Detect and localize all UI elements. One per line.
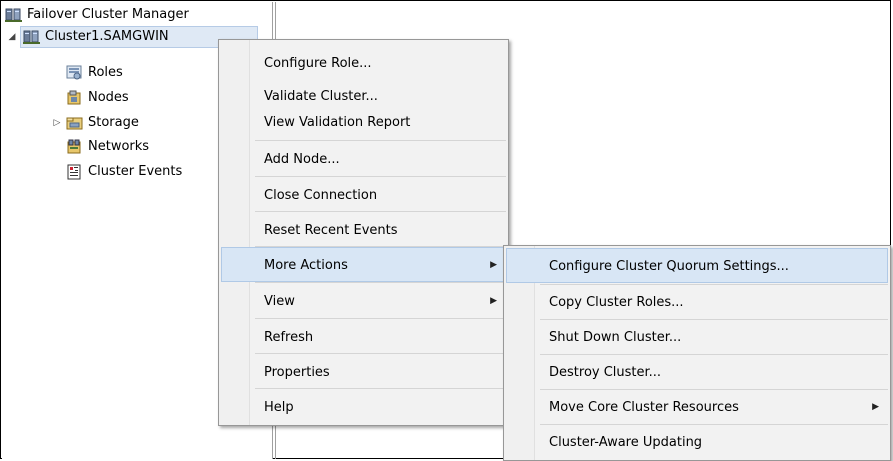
menu-item-shut-down-cluster[interactable]: Shut Down Cluster...	[506, 319, 888, 354]
menu-item-more-actions[interactable]: More Actions ▶	[221, 247, 506, 282]
menu-item-view[interactable]: View ▶	[221, 283, 506, 318]
menu-item-cluster-aware-updating[interactable]: Cluster-Aware Updating	[506, 424, 888, 459]
tree-item-label: Storage	[88, 115, 139, 130]
networks-icon	[66, 139, 83, 155]
menu-item-add-node[interactable]: Add Node...	[221, 141, 506, 176]
tree-item-cluster-events[interactable]: Cluster Events	[66, 161, 182, 183]
tree-item-label: Cluster1.SAMGWIN	[45, 29, 169, 44]
tree-item-networks[interactable]: Networks	[66, 136, 149, 158]
tree-item-label: Cluster Events	[88, 164, 183, 179]
submenu-arrow-icon: ▶	[872, 402, 879, 412]
roles-icon	[66, 65, 83, 81]
expand-collapse-icon[interactable]: ◢	[5, 26, 19, 48]
cluster-events-icon	[66, 164, 83, 180]
menu-item-view-validation-report[interactable]: View Validation Report	[221, 104, 506, 139]
menu-item-properties[interactable]: Properties	[221, 354, 506, 389]
tree-item-label: Networks	[88, 139, 150, 154]
menu-item-configure-role[interactable]: Configure Role...	[221, 45, 506, 80]
submenu-arrow-icon: ▶	[490, 260, 497, 270]
tree-item-failover-cluster-manager[interactable]: Failover Cluster Manager	[5, 4, 189, 26]
failover-cluster-manager-icon	[5, 7, 22, 23]
menu-item-close-connection[interactable]: Close Connection	[221, 177, 506, 212]
expand-icon[interactable]: ▷	[48, 112, 66, 134]
tree-item-label: Failover Cluster Manager	[27, 7, 189, 22]
tree-item-roles[interactable]: Roles	[66, 62, 123, 84]
menu-item-destroy-cluster[interactable]: Destroy Cluster...	[506, 354, 888, 389]
more-actions-submenu: Configure Cluster Quorum Settings... Cop…	[503, 245, 891, 461]
tree-item-label: Nodes	[88, 90, 129, 105]
menu-item-configure-cluster-quorum-settings[interactable]: Configure Cluster Quorum Settings...	[506, 248, 888, 283]
storage-icon	[66, 115, 83, 131]
tree-item-label: Roles	[88, 65, 123, 80]
submenu-arrow-icon: ▶	[490, 296, 497, 306]
menu-item-move-core-cluster-resources[interactable]: Move Core Cluster Resources ▶	[506, 389, 888, 424]
menu-item-reset-recent-events[interactable]: Reset Recent Events	[221, 212, 506, 247]
context-menu: Configure Role... Validate Cluster... Vi…	[218, 39, 509, 426]
menu-item-refresh[interactable]: Refresh	[221, 319, 506, 354]
cluster-icon	[23, 29, 40, 45]
menu-item-help[interactable]: Help	[221, 389, 506, 424]
nodes-icon	[66, 90, 83, 106]
tree-item-nodes[interactable]: Nodes	[66, 87, 129, 109]
tree-item-storage[interactable]: ▷ Storage	[48, 112, 139, 134]
menu-item-copy-cluster-roles[interactable]: Copy Cluster Roles...	[506, 284, 888, 319]
